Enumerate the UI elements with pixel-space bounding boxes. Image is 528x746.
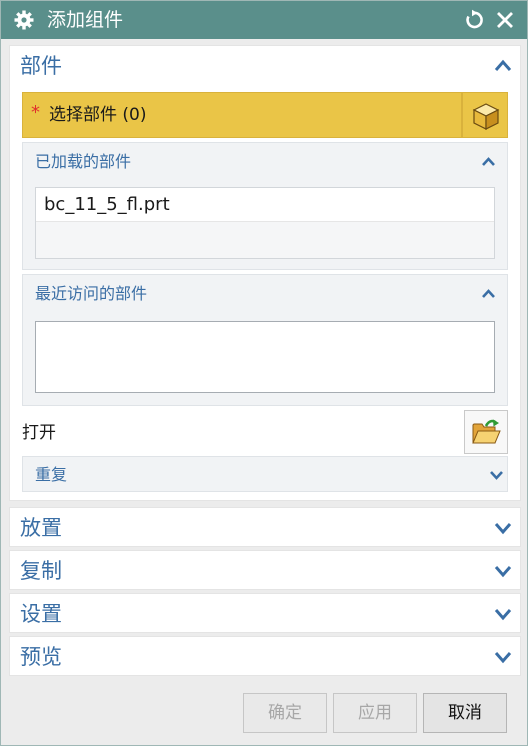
settings-section[interactable]: 设置 [9,593,521,633]
placement-section-title: 放置 [20,516,62,540]
ok-button[interactable]: 确定 [243,693,327,733]
repeat-label: 重复 [35,465,68,484]
copy-section[interactable]: 复制 [9,550,521,590]
close-icon[interactable] [495,10,515,30]
chevron-up-icon[interactable] [481,156,496,168]
loaded-parts-title[interactable]: 已加载的部件 [35,151,131,173]
recent-parts-title[interactable]: 最近访问的部件 [35,283,147,305]
add-component-dialog: 添加组件 部件 * 选择部件 (0) 已加载的部件 bc_11_5_fl.prt… [0,0,528,746]
chevron-down-icon[interactable] [494,521,512,535]
chevron-up-icon[interactable] [481,288,496,300]
title-bar[interactable]: 添加组件 [1,1,527,39]
placement-section[interactable]: 放置 [9,507,521,547]
preview-section-title: 预览 [20,645,62,669]
chevron-down-icon[interactable] [494,607,512,621]
dialog-title: 添加组件 [47,9,124,31]
parts-section-title[interactable]: 部件 [20,52,62,80]
chevron-down-icon[interactable] [489,469,504,481]
chevron-up-icon[interactable] [494,59,512,73]
reset-icon[interactable] [463,9,485,31]
apply-button[interactable]: 应用 [333,693,417,733]
open-folder-icon [472,419,501,444]
empty-list-row [36,222,494,258]
cube-icon [472,103,500,130]
copy-section-title: 复制 [20,559,62,583]
open-button[interactable] [464,410,508,454]
preview-section[interactable]: 预览 [9,636,521,676]
loaded-parts-group: 已加载的部件 bc_11_5_fl.prt [22,142,508,270]
recent-parts-group: 最近访问的部件 [22,274,508,406]
select-parts-row[interactable]: * 选择部件 (0) [22,92,462,138]
list-item-label: bc_11_5_fl.prt [44,194,170,215]
list-item[interactable]: bc_11_5_fl.prt [36,188,494,222]
settings-section-title: 设置 [20,602,62,626]
gear-icon[interactable] [13,9,35,31]
cancel-button[interactable]: 取消 [423,693,507,733]
open-label: 打开 [22,423,56,443]
recent-parts-list[interactable] [35,321,495,393]
required-mark: * [31,102,40,123]
loaded-parts-list: bc_11_5_fl.prt [35,187,495,259]
chevron-down-icon[interactable] [494,650,512,664]
select-parts-button[interactable] [462,92,508,138]
repeat-group[interactable]: 重复 [22,456,508,492]
chevron-down-icon[interactable] [494,564,512,578]
select-parts-label: 选择部件 (0) [49,105,147,125]
parts-section: 部件 * 选择部件 (0) 已加载的部件 bc_11_5_fl.prt 最近访问… [9,45,521,501]
